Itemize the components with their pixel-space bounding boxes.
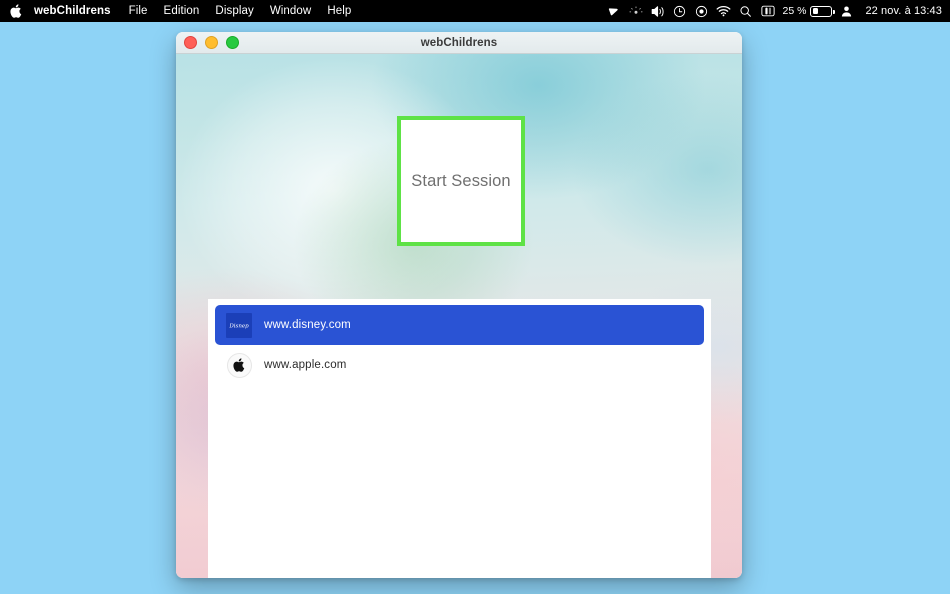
fast-user-switching-icon[interactable]	[835, 0, 857, 22]
list-item[interactable]: Disnep www.disney.com	[215, 305, 704, 345]
control-center-icon[interactable]	[757, 0, 779, 22]
start-session-dropzone[interactable]: Start Session	[397, 116, 525, 246]
bookmark-url: www.disney.com	[264, 319, 351, 331]
maximize-button[interactable]	[226, 36, 239, 49]
menu-file[interactable]: File	[121, 0, 156, 22]
screen-recording-icon[interactable]	[691, 0, 713, 22]
spotlight-search-icon[interactable]	[735, 0, 757, 22]
menu-edition[interactable]: Edition	[156, 0, 208, 22]
menu-bar-clock[interactable]: 22 nov. à 13:43	[865, 5, 942, 17]
desktop-background: webChildrens File Edition Display Window…	[0, 0, 950, 594]
svg-text:Disnep: Disnep	[228, 323, 249, 329]
menu-bar: webChildrens File Edition Display Window…	[0, 0, 950, 22]
menu-help[interactable]: Help	[319, 0, 359, 22]
window-traffic-lights	[184, 32, 239, 53]
menu-bar-left: webChildrens File Edition Display Window…	[0, 0, 359, 22]
keyboard-brightness-icon[interactable]	[625, 0, 647, 22]
menu-app-name[interactable]: webChildrens	[32, 0, 121, 22]
apple-logo-icon[interactable]	[9, 3, 23, 19]
bookmark-list-panel: Disnep www.disney.com www.apple.com	[208, 299, 711, 578]
window-title: webChildrens	[420, 36, 498, 49]
time-machine-icon[interactable]	[669, 0, 691, 22]
disney-favicon-icon: Disnep	[222, 312, 256, 338]
list-item[interactable]: www.apple.com	[215, 345, 704, 385]
volume-icon[interactable]	[647, 0, 669, 22]
battery-icon[interactable]	[809, 0, 835, 22]
battery-percentage: 25 %	[782, 5, 807, 17]
wifi-icon[interactable]	[713, 0, 735, 22]
close-button[interactable]	[184, 36, 197, 49]
menu-bar-status-area: 25 % 22 nov. à 13:43	[603, 0, 950, 22]
apple-favicon-icon	[222, 352, 256, 378]
window-body: Start Session Disnep www.disney.com www.…	[176, 54, 742, 578]
start-session-label: Start Session	[411, 171, 511, 190]
menu-display[interactable]: Display	[207, 0, 261, 22]
airplay-display-icon[interactable]	[603, 0, 625, 22]
bookmark-url: www.apple.com	[264, 359, 347, 371]
app-window: webChildrens Start Session Disnep www.di…	[176, 32, 742, 578]
minimize-button[interactable]	[205, 36, 218, 49]
window-titlebar[interactable]: webChildrens	[176, 32, 742, 54]
menu-window[interactable]: Window	[262, 0, 320, 22]
